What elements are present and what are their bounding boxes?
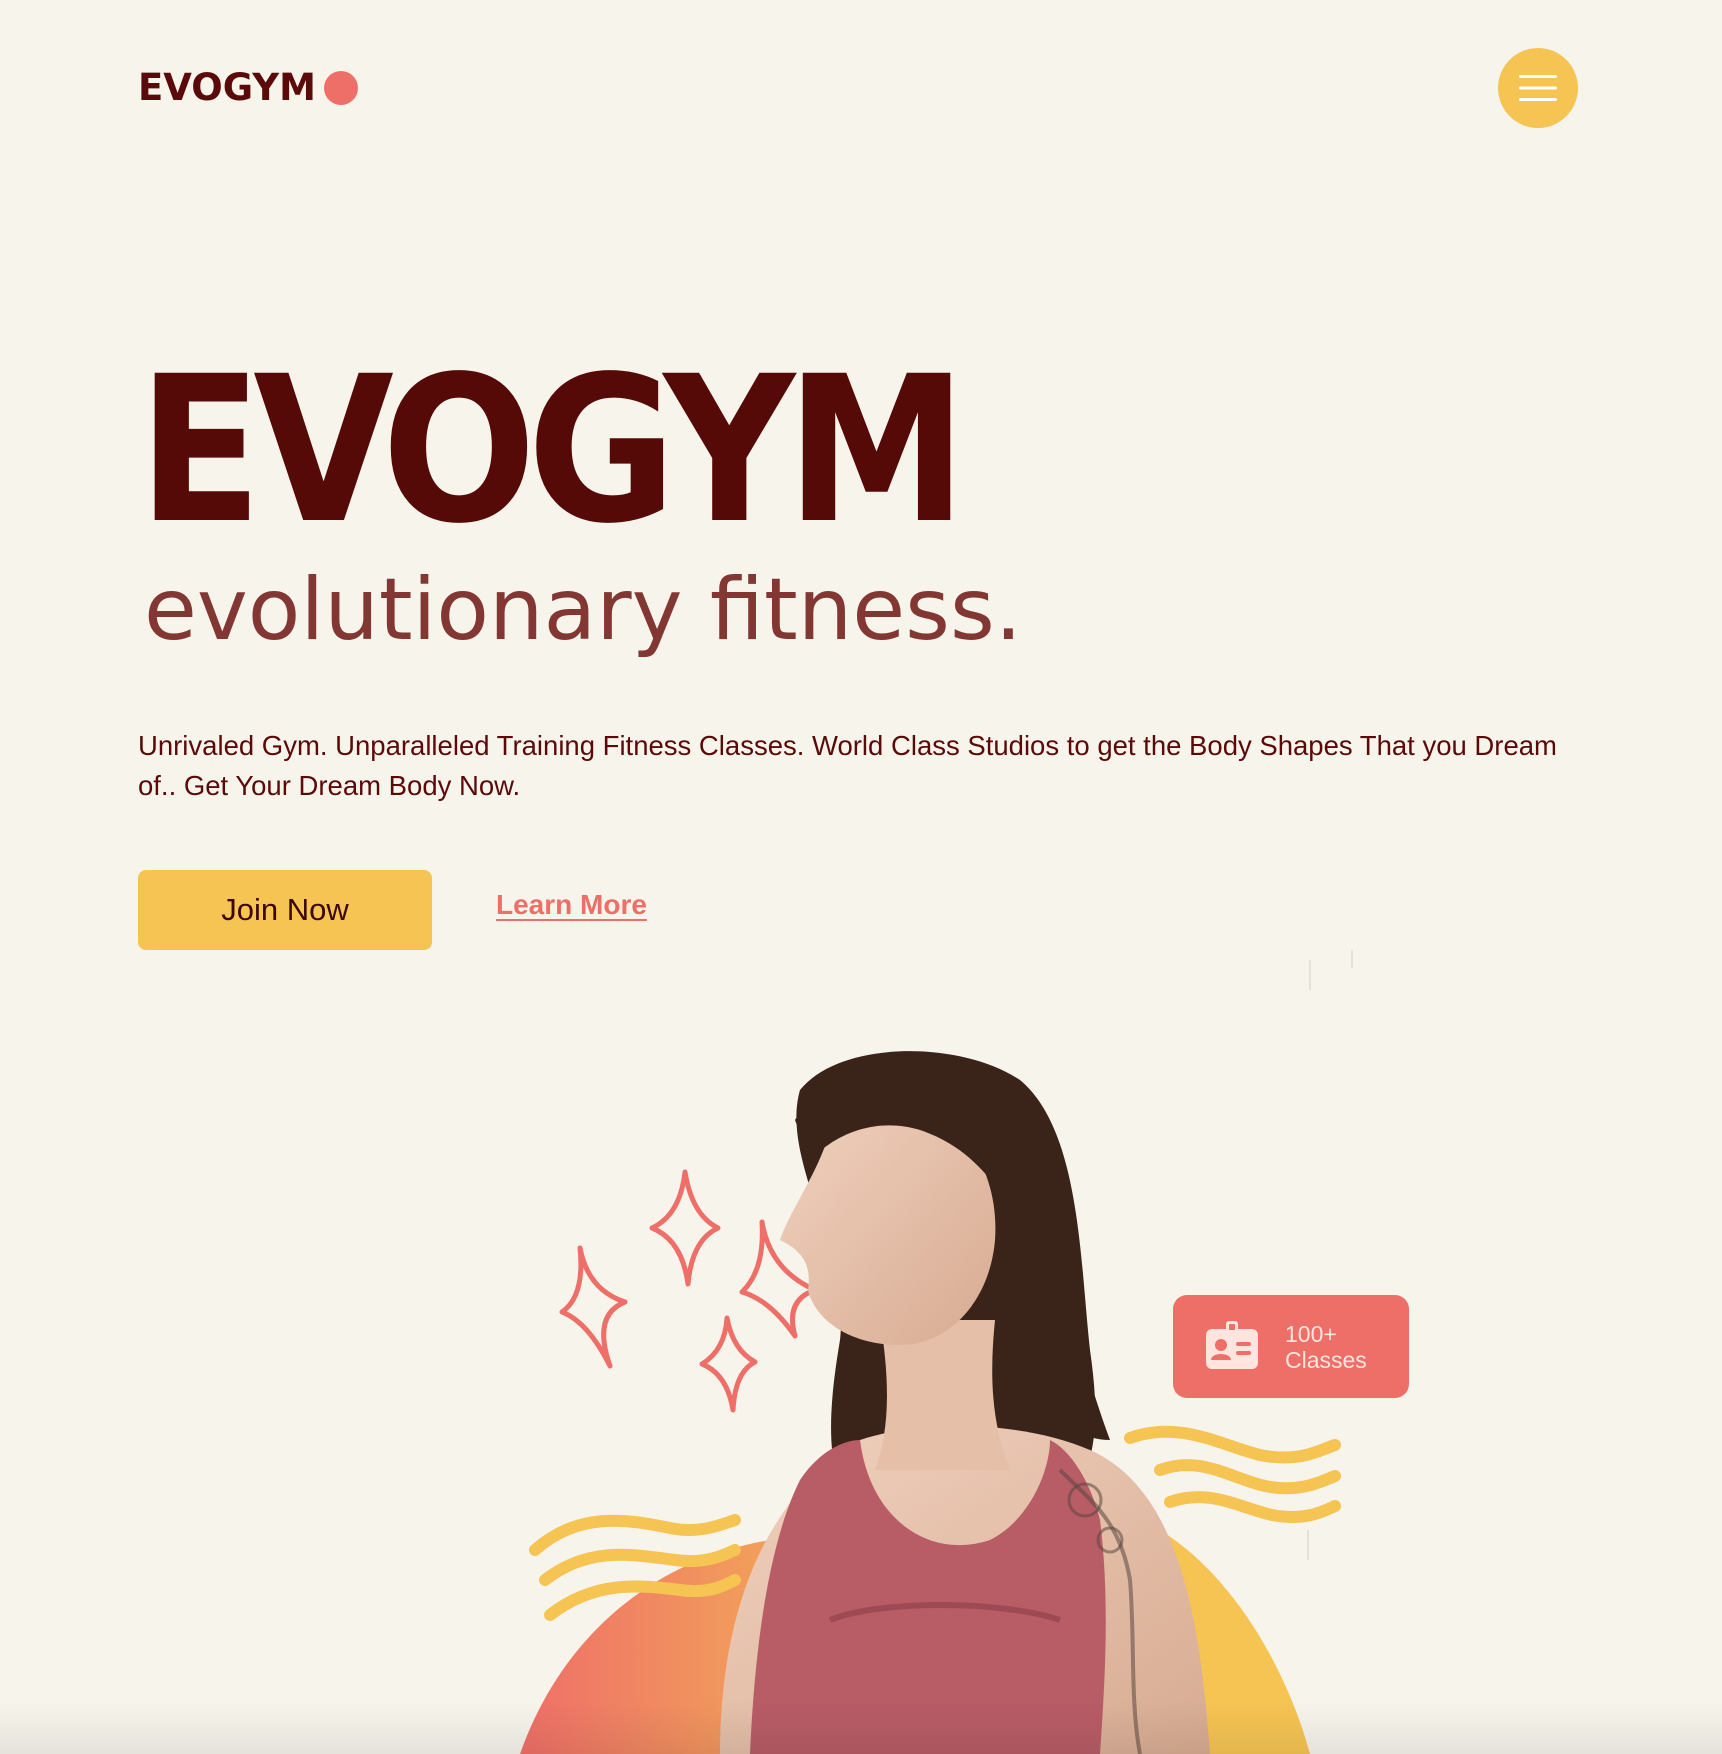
- logo[interactable]: EVOGYM: [138, 64, 358, 112]
- hero-description: Unrivaled Gym. Unparalleled Training Fit…: [138, 730, 1557, 801]
- id-card-icon: [1206, 1320, 1258, 1369]
- sparkle-icons: [559, 1169, 818, 1413]
- hero-subtitle: evolutionary fitness.: [144, 560, 1023, 660]
- menu-button[interactable]: [1498, 48, 1578, 128]
- classes-count: 100+: [1285, 1320, 1337, 1347]
- background-lines: [1307, 950, 1353, 1560]
- woman-figure: [720, 1051, 1210, 1754]
- hero-image: [520, 950, 1353, 1754]
- hamburger-menu-icon: [1519, 75, 1557, 101]
- learn-more-link[interactable]: Learn More: [496, 889, 647, 921]
- classes-badge-text: 100+ Classes: [1285, 1321, 1367, 1373]
- hero-title: EVOGYM: [138, 332, 967, 568]
- wavy-lines-right: [1124, 1425, 1341, 1523]
- logo-text: EVOGYM: [138, 66, 316, 109]
- join-now-button[interactable]: Join Now: [138, 870, 432, 950]
- classes-label: Classes: [1285, 1346, 1367, 1373]
- classes-badge: 100+ Classes: [1173, 1295, 1409, 1398]
- logo-dot-icon: [323, 71, 358, 105]
